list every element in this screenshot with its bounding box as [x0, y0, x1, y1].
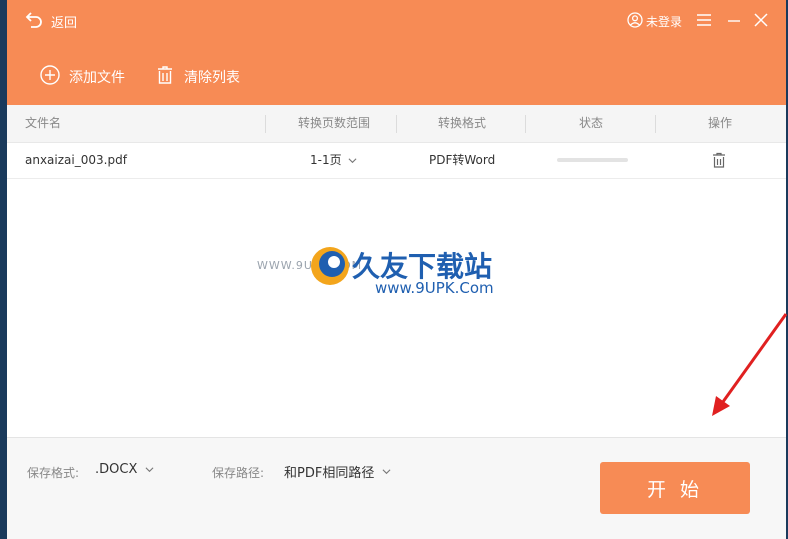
- page-range-dropdown[interactable]: 1-1页: [310, 142, 357, 178]
- chevron-down-icon: [145, 467, 154, 473]
- column-header-status: 状态: [578, 116, 603, 130]
- table-row[interactable]: anxaizai_003.pdf 1-1页 PDF转Word: [7, 142, 786, 179]
- column-header-format: 转换格式: [437, 116, 486, 130]
- close-button[interactable]: [751, 10, 771, 30]
- start-button[interactable]: 开 始: [600, 462, 750, 514]
- column-header-filename: 文件名: [25, 116, 62, 130]
- status-progress-bar: [557, 158, 628, 162]
- watermark-url-left: WWW.9UPK.COM: [257, 259, 363, 272]
- minimize-button[interactable]: [724, 10, 744, 30]
- user-label: 未登录: [646, 15, 683, 29]
- minimize-icon: [728, 20, 740, 22]
- back-arrow-icon: [25, 10, 43, 32]
- clear-list-label: 清除列表: [184, 70, 240, 86]
- chevron-down-icon: [382, 469, 391, 475]
- column-divider: [265, 115, 266, 133]
- delete-icon[interactable]: [711, 152, 727, 168]
- save-path-label: 保存路径:: [212, 466, 265, 480]
- save-path-value: 和PDF相同路径: [284, 466, 375, 481]
- column-divider: [525, 115, 526, 133]
- page-range-value: 1-1页: [310, 153, 342, 167]
- header-bar: 返回 未登录 添加文件 清除列表: [7, 0, 786, 105]
- plus-circle-icon: [40, 65, 60, 89]
- file-table-header: 文件名 转换页数范围 转换格式 状态 操作: [7, 105, 786, 143]
- save-path-dropdown[interactable]: 和PDF相同路径: [284, 462, 391, 481]
- save-format-value: .DOCX: [95, 462, 138, 477]
- add-file-label: 添加文件: [69, 70, 125, 86]
- trash-icon: [155, 65, 175, 89]
- add-file-button[interactable]: 添加文件: [40, 65, 125, 89]
- watermark-title: 久友下载站: [352, 250, 493, 283]
- hamburger-icon: [697, 14, 711, 26]
- save-format-label: 保存格式:: [27, 466, 80, 480]
- back-label: 返回: [51, 15, 78, 31]
- row-filename: anxaizai_003.pdf: [25, 153, 127, 167]
- watermark-logo-icon: [311, 247, 349, 285]
- row-format: PDF转Word: [429, 153, 496, 167]
- column-divider: [396, 115, 397, 133]
- column-header-actions: 操作: [707, 116, 732, 130]
- back-button[interactable]: 返回: [25, 10, 77, 32]
- user-icon: [627, 12, 643, 31]
- column-header-page-range: 转换页数范围: [297, 116, 370, 130]
- save-format-dropdown[interactable]: .DOCX: [95, 462, 154, 477]
- column-divider: [655, 115, 656, 133]
- menu-button[interactable]: [694, 10, 714, 30]
- app-window: 返回 未登录 添加文件 清除列表 文件名 转换页数范围 转换格式 状态 操作 a…: [7, 0, 786, 539]
- login-status[interactable]: 未登录: [627, 12, 682, 31]
- watermark: WWW.9UPK.COM 久友下载站 www.9UPK.Com: [257, 237, 517, 317]
- clear-list-button[interactable]: 清除列表: [155, 65, 240, 89]
- close-icon: [754, 13, 768, 27]
- watermark-url-right: www.9UPK.Com: [375, 279, 494, 297]
- chevron-down-icon: [348, 157, 357, 163]
- footer-bar: 保存格式: .DOCX 保存路径: 和PDF相同路径 开 始: [7, 437, 786, 539]
